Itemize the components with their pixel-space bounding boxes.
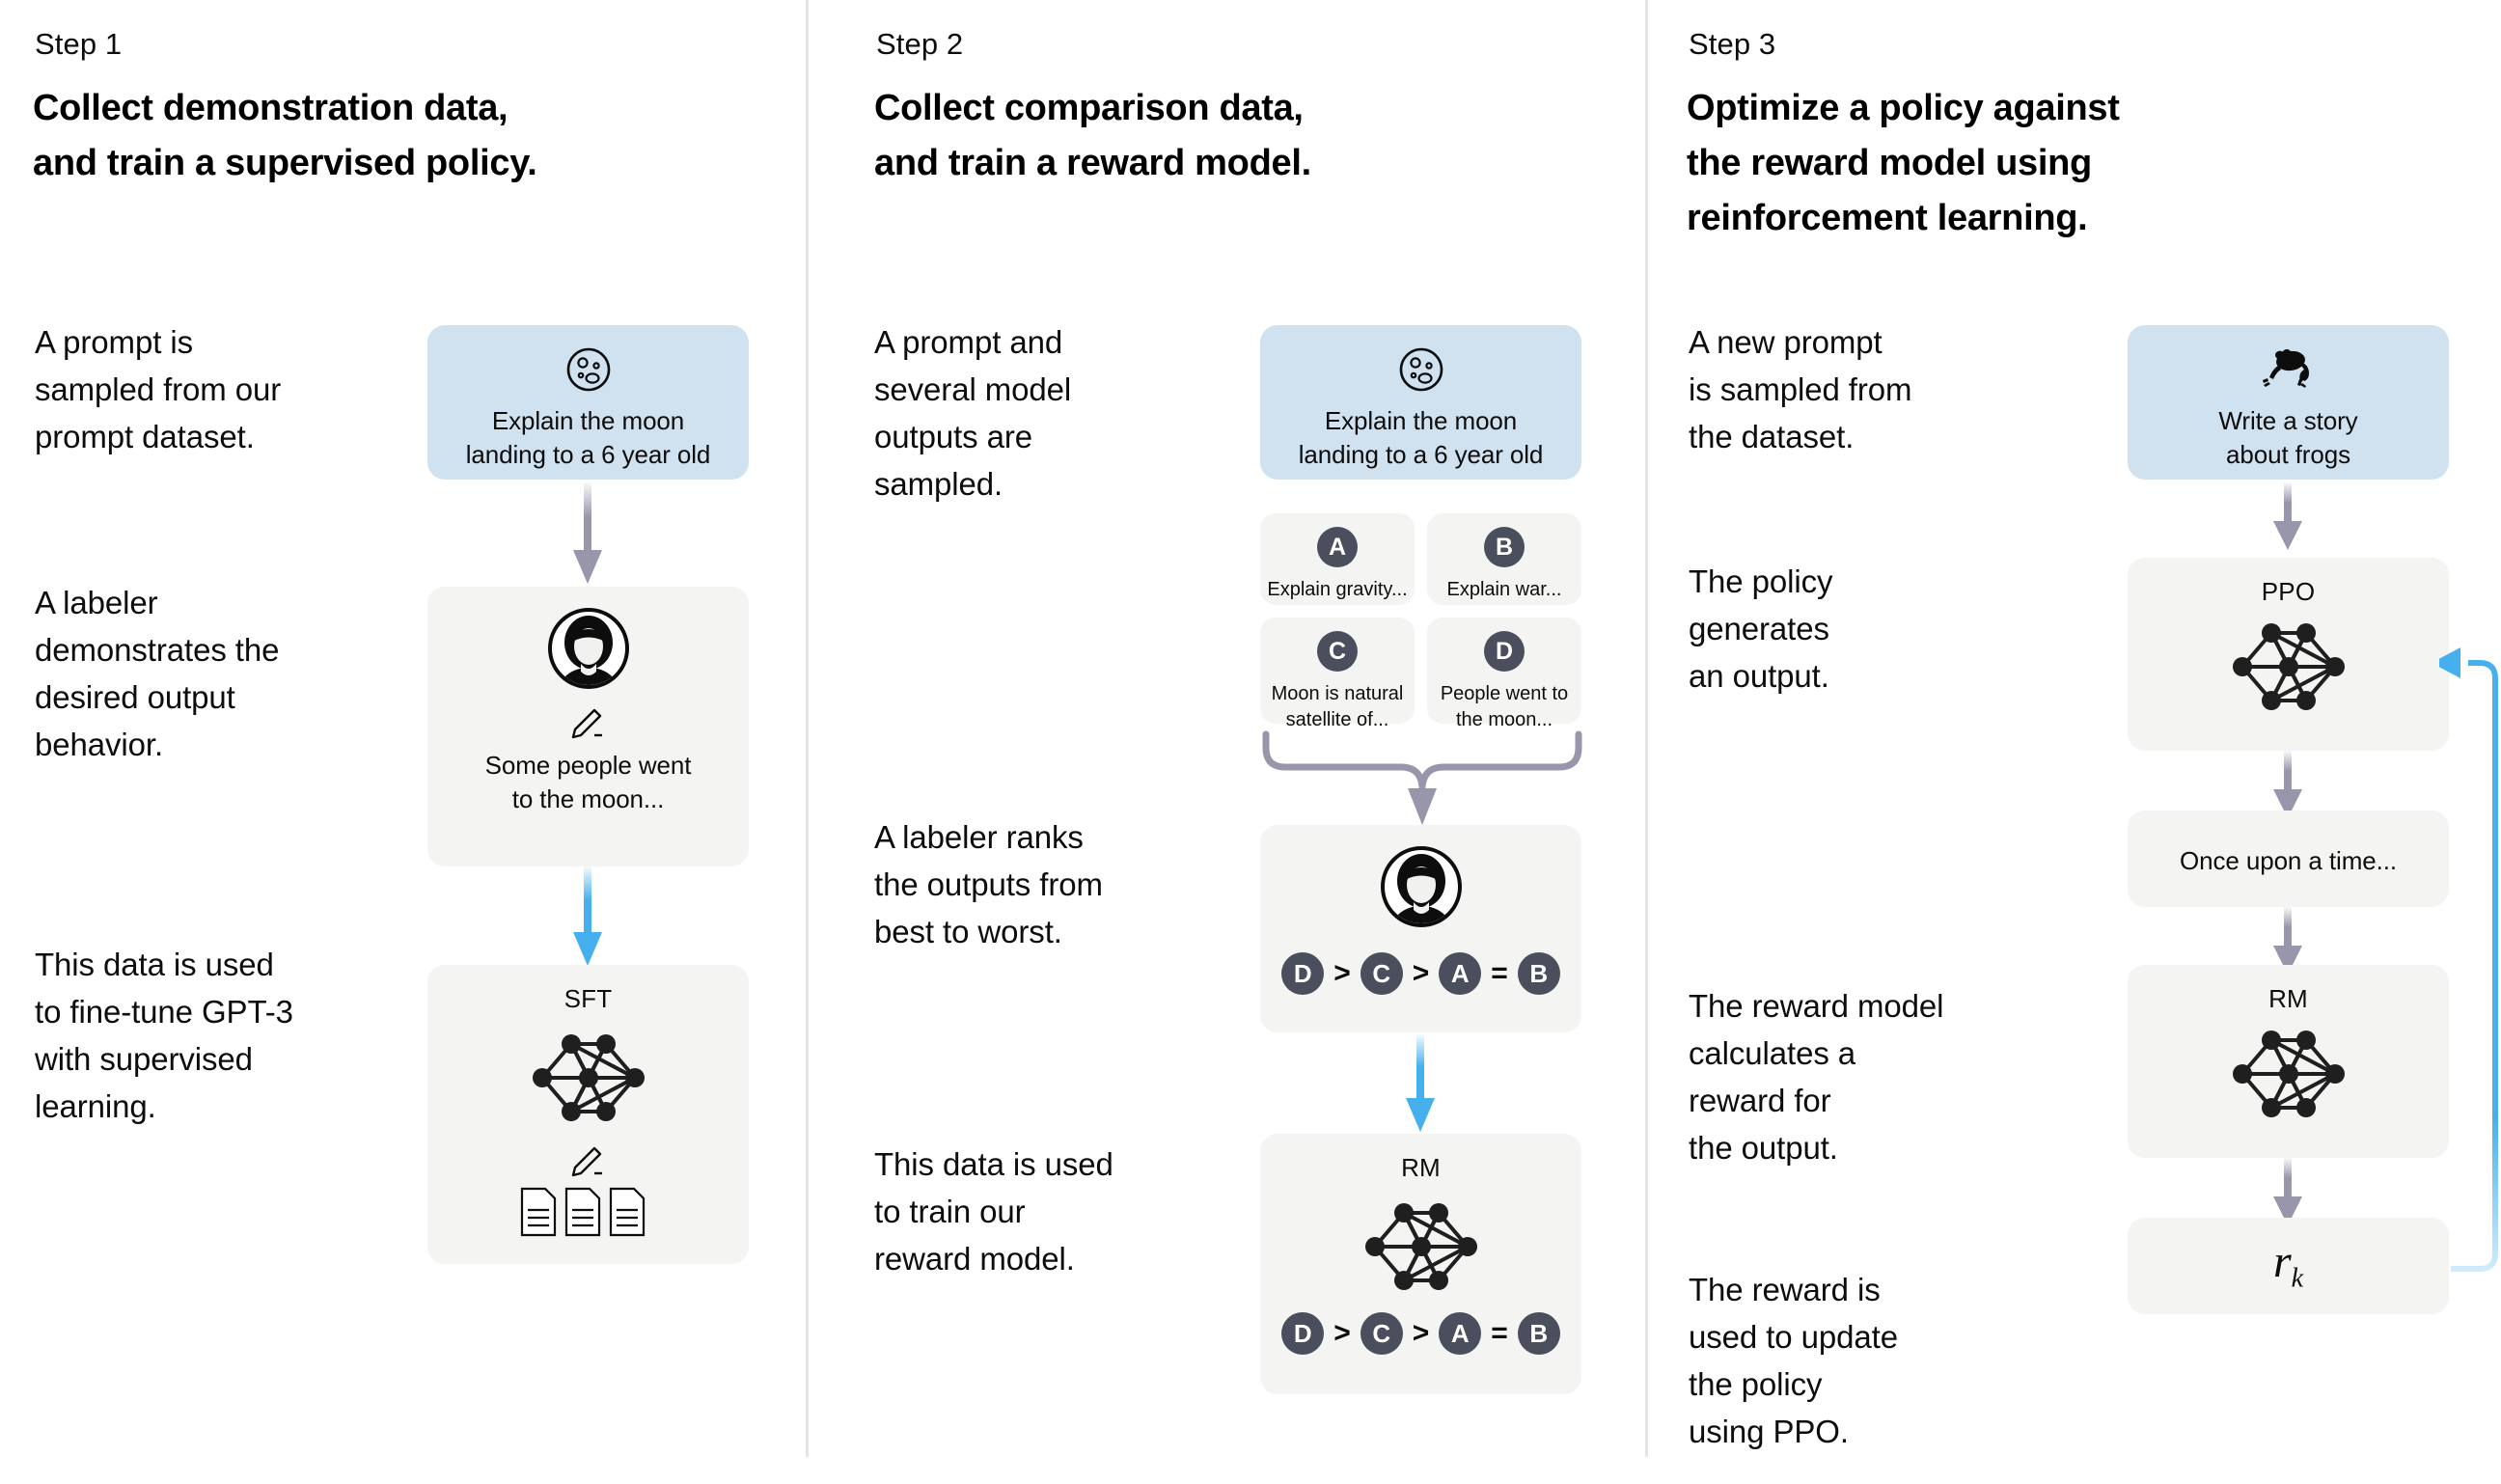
output-badge-a: A xyxy=(1317,527,1358,567)
neural-network-icon xyxy=(427,1025,749,1131)
rank-operator-3: = xyxy=(1491,957,1508,989)
step-2-output-text-b: Explain war... xyxy=(1446,579,1562,600)
step-3-paragraph-3: The reward model calculates a reward for… xyxy=(1689,988,1944,1166)
step-1-sft-box: SFT xyxy=(427,965,749,1264)
step-1-labeler-box: Some people went to the moon... xyxy=(427,587,749,866)
step-2-column: Step 2 Collect comparison data, and trai… xyxy=(809,0,1645,1484)
pencil-icon xyxy=(427,1139,749,1177)
documents-icon xyxy=(427,1185,749,1239)
rm-rank-badge-4: B xyxy=(1517,1312,1560,1355)
step-1-column: Step 1 Collect demonstration data, and t… xyxy=(0,0,806,1484)
step-1-prompt-text: Explain the moon landing to a 6 year old xyxy=(465,406,711,469)
step-1-arrow-2 xyxy=(563,866,613,974)
step-2-label: Step 2 xyxy=(876,27,964,61)
step-2-output-card-b: B Explain war... xyxy=(1427,513,1581,605)
step-1-sft-title: SFT xyxy=(563,984,613,1013)
step-2-paragraph-1: A prompt and several model outputs are s… xyxy=(874,324,1072,502)
step-1-label: Step 1 xyxy=(35,27,123,61)
step-1-labeler-text: Some people went to the moon... xyxy=(484,751,692,813)
step-3-output-box: Once upon a time... xyxy=(2128,811,2449,907)
person-avatar-icon xyxy=(1260,846,1581,927)
rm-rank-badge-1: D xyxy=(1281,1312,1325,1355)
step-1-paragraph-1: A prompt is sampled from our prompt data… xyxy=(35,324,282,454)
output-badge-c: C xyxy=(1317,631,1358,672)
step-2-labeler-box: D > C > A = B xyxy=(1260,825,1581,1032)
step-2-rm-title: RM xyxy=(1401,1153,1441,1182)
rm-rank-badge-2: C xyxy=(1360,1312,1403,1355)
rank-badge-2: C xyxy=(1360,952,1403,995)
step-3-paragraph-2: The policy generates an output. xyxy=(1689,563,1833,694)
step-1-title: Collect demonstration data, and train a … xyxy=(33,88,537,183)
step-2-paragraph-2: A labeler ranks the outputs from best to… xyxy=(874,819,1103,949)
reward-subscript: k xyxy=(2291,1263,2304,1294)
step-3-prompt-box: Write a story about frogs xyxy=(2128,325,2449,480)
output-badge-b: B xyxy=(1484,527,1525,567)
step-3-paragraph-1: A new prompt is sampled from the dataset… xyxy=(1689,324,1912,454)
rank-badge-1: D xyxy=(1281,952,1325,995)
step-3-arrow-1 xyxy=(2263,482,2313,557)
step-2-title: Collect comparison data, and train a rew… xyxy=(874,88,1311,183)
step-3-reward-value: rk xyxy=(2128,1235,2449,1295)
step-2-output-text-a: Explain gravity... xyxy=(1267,579,1408,600)
step-2-brace-arrow xyxy=(1258,728,1586,835)
person-avatar-icon xyxy=(427,608,749,689)
step-2-prompt-text: Explain the moon landing to a 6 year old xyxy=(1298,406,1544,469)
step-2-arrow-blue xyxy=(1395,1034,1445,1140)
moon-icon xyxy=(427,346,749,393)
step-3-prompt-text: Write a story about frogs xyxy=(2218,406,2358,469)
pencil-icon xyxy=(427,701,749,739)
step-3-ppo-box: PPO xyxy=(2128,558,2449,751)
neural-network-icon xyxy=(2128,614,2449,720)
step-3-rm-title: RM xyxy=(2268,984,2308,1013)
step-3-title: Optimize a policy against the reward mod… xyxy=(1687,88,2120,238)
neural-network-icon xyxy=(2128,1021,2449,1127)
rlhf-diagram: Step 1 Collect demonstration data, and t… xyxy=(0,0,2501,1484)
moon-icon xyxy=(1260,346,1581,393)
rank-operator-2: > xyxy=(1412,957,1430,989)
rank-badge-3: A xyxy=(1439,952,1482,995)
output-badge-d: D xyxy=(1484,631,1525,672)
step-3-feedback-loop xyxy=(2432,632,2501,1312)
step-2-ranking-row: D > C > A = B xyxy=(1260,952,1581,995)
step-3-reward-box: rk xyxy=(2128,1218,2449,1314)
rank-badge-4: B xyxy=(1517,952,1560,995)
step-3-rm-box: RM xyxy=(2128,965,2449,1158)
rm-rank-operator-1: > xyxy=(1333,1317,1351,1349)
step-2-output-text-c: Moon is natural satellite of... xyxy=(1271,683,1404,730)
rm-rank-operator-3: = xyxy=(1491,1317,1508,1349)
rm-rank-badge-3: A xyxy=(1439,1312,1482,1355)
step-2-output-card-d: D People went to the moon... xyxy=(1427,618,1581,730)
step-3-ppo-title: PPO xyxy=(2261,577,2316,606)
step-3-column: Step 3 Optimize a policy against the rew… xyxy=(1648,0,2501,1484)
step-3-output-text: Once upon a time... xyxy=(2179,846,2397,875)
step-3-paragraph-4: The reward is used to update the policy … xyxy=(1689,1272,1898,1449)
step-2-prompt-box: Explain the moon landing to a 6 year old xyxy=(1260,325,1581,480)
step-1-paragraph-2: A labeler demonstrates the desired outpu… xyxy=(35,585,280,762)
step-2-output-card-a: A Explain gravity... xyxy=(1260,513,1415,605)
reward-symbol: r xyxy=(2272,1236,2292,1287)
step-2-rm-box: RM D > C > A = B xyxy=(1260,1134,1581,1394)
rm-rank-operator-2: > xyxy=(1412,1317,1430,1349)
frog-icon xyxy=(2128,346,2449,389)
rank-operator-1: > xyxy=(1333,957,1351,989)
step-2-rm-ranking-row: D > C > A = B xyxy=(1260,1312,1581,1355)
step-1-prompt-box: Explain the moon landing to a 6 year old xyxy=(427,325,749,480)
step-2-paragraph-3: This data is used to train our reward mo… xyxy=(874,1146,1113,1277)
step-1-paragraph-3: This data is used to fine-tune GPT-3 wit… xyxy=(35,947,293,1124)
step-3-label: Step 3 xyxy=(1689,27,1776,61)
step-2-output-text-d: People went to the moon... xyxy=(1440,683,1569,730)
neural-network-icon xyxy=(1260,1194,1581,1300)
step-1-arrow-1 xyxy=(563,482,613,591)
step-2-output-card-c: C Moon is natural satellite of... xyxy=(1260,618,1415,730)
